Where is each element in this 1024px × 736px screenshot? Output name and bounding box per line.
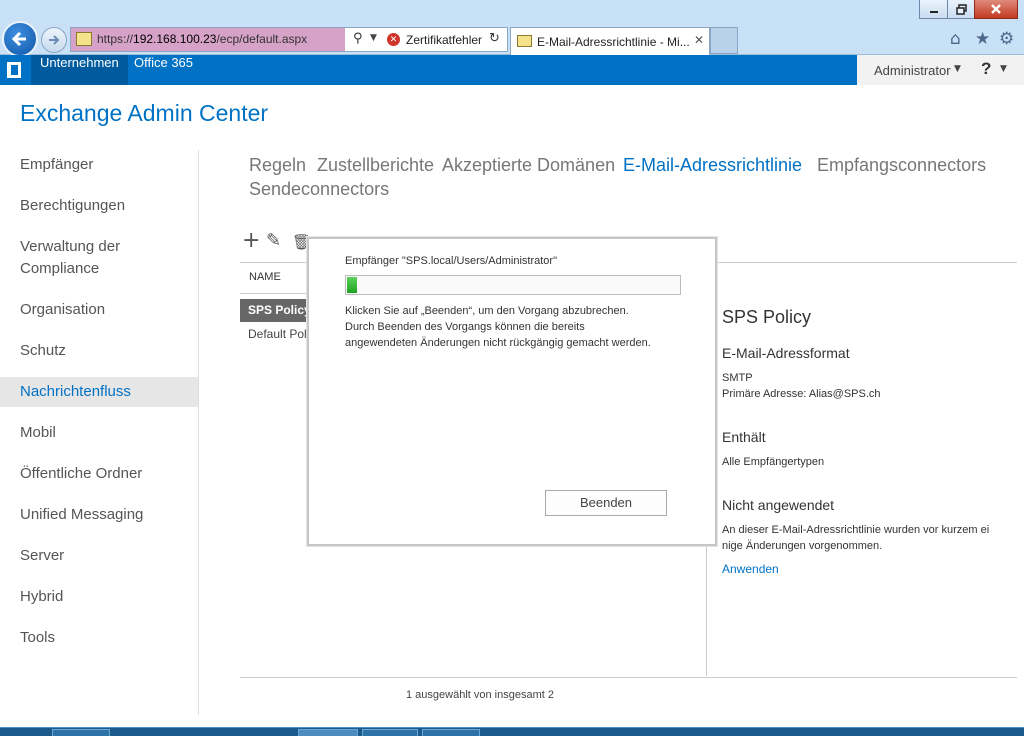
dialog-title: Empfänger "SPS.local/Users/Administrator… <box>345 255 557 267</box>
tab-akzeptierte-domaenen[interactable]: Akzeptierte Domänen <box>442 153 615 177</box>
browser-chrome: https://192.168.100.23/ecp/default.aspx … <box>0 0 1024 57</box>
detail-contains-heading: Enthält <box>722 429 766 445</box>
restore-icon <box>955 3 967 15</box>
tab-title: E-Mail-Adressrichtlinie - Mi... <box>537 35 690 49</box>
progress-bar <box>345 275 681 295</box>
taskbar <box>0 727 1024 736</box>
close-icon <box>991 4 1001 14</box>
chevron-down-icon[interactable]: ▼ <box>370 33 377 43</box>
restore-button[interactable] <box>947 0 975 19</box>
detail-format-type: SMTP <box>722 372 753 384</box>
tab-empfangsconnectors[interactable]: Empfangsconnectors <box>817 153 986 177</box>
page-title: Exchange Admin Center <box>20 100 269 126</box>
sidebar-item-compliance-line2[interactable]: Compliance <box>0 258 198 280</box>
sidebar-divider <box>198 150 199 715</box>
taskbar-item[interactable] <box>422 729 480 736</box>
chevron-down-icon: ▼ <box>954 64 961 74</box>
chevron-down-icon[interactable]: ▼ <box>1000 64 1007 74</box>
tab-close-icon[interactable]: ✕ <box>694 33 704 47</box>
progress-dialog: Empfänger "SPS.local/Users/Administrator… <box>307 237 717 546</box>
detail-not-applied-heading: Nicht angewendet <box>722 497 835 513</box>
edit-icon[interactable]: ✎ <box>266 230 281 251</box>
sidebar-item-hybrid[interactable]: Hybrid <box>0 586 198 608</box>
column-header-name[interactable]: NAME <box>249 271 281 283</box>
sidebar-item-tools[interactable]: Tools <box>0 627 198 649</box>
finish-button[interactable]: Beenden <box>545 490 667 516</box>
close-window-button[interactable] <box>974 0 1018 19</box>
detail-primary-address: Primäre Adresse: Alias@SPS.ch <box>722 388 881 400</box>
sidebar-item-server[interactable]: Server <box>0 545 198 567</box>
home-icon[interactable]: ⌂ <box>950 29 961 49</box>
dialog-message-line: Klicken Sie auf „Beenden“, um den Vorgan… <box>345 305 629 317</box>
nav-enterprise[interactable]: Unternehmen <box>31 55 128 85</box>
certificate-error-label[interactable]: Zertifikatfehler <box>406 33 482 47</box>
table-row-selected[interactable]: SPS Policy <box>240 299 312 322</box>
taskbar-item[interactable] <box>362 729 418 736</box>
tab-regeln[interactable]: Regeln <box>249 153 306 177</box>
back-button[interactable] <box>2 21 38 57</box>
tab-email-address-policy[interactable]: E-Mail-Adressrichtlinie <box>623 153 802 177</box>
taskbar-item[interactable] <box>52 729 110 736</box>
sidebar-item-compliance-line1[interactable]: Verwaltung der <box>0 236 198 258</box>
back-arrow-icon <box>11 31 26 47</box>
detail-contains-value: Alle Empfängertypen <box>722 456 825 468</box>
sidebar-item-public-folders[interactable]: Öffentliche Ordner <box>0 463 198 485</box>
url-scheme: https:// <box>97 32 134 46</box>
taskbar-item[interactable] <box>298 729 358 736</box>
nav-office365[interactable]: Office 365 <box>134 55 193 70</box>
help-icon[interactable]: ? <box>981 59 991 79</box>
detail-not-applied-text-2: nige Änderungen vorgenommen. <box>722 540 883 552</box>
address-url[interactable]: https://192.168.100.23/ecp/default.aspx <box>97 32 307 46</box>
dialog-message-line: Durch Beenden des Vorgangs können die be… <box>345 321 585 333</box>
table-row[interactable]: Default Policy <box>248 327 308 341</box>
office-logo-icon[interactable] <box>7 62 21 78</box>
detail-title: SPS Policy <box>722 307 812 327</box>
tab-sendeconnectors[interactable]: Sendeconnectors <box>249 177 389 201</box>
star-icon[interactable]: ★ <box>975 29 990 49</box>
minimize-button[interactable] <box>919 0 948 19</box>
url-path: /ecp/default.aspx <box>216 32 308 46</box>
search-icon[interactable]: ⚲ <box>353 31 363 46</box>
tab-zustellberichte[interactable]: Zustellberichte <box>317 153 434 177</box>
minimize-icon <box>929 11 938 13</box>
dialog-message-line: angewendeten Änderungen nicht rückgängig… <box>345 337 651 349</box>
add-icon[interactable]: + <box>242 228 260 253</box>
detail-not-applied-text-1: An dieser E-Mail-Adressrichtlinie wurden… <box>722 524 990 536</box>
top-navigation-bar: Unternehmen Office 365 Administrator ▼ ?… <box>0 55 1024 85</box>
url-host: 192.168.100.23 <box>133 32 217 46</box>
sidebar-item-schutz[interactable]: Schutz <box>0 340 198 362</box>
sidebar-item-organisation[interactable]: Organisation <box>0 299 198 321</box>
new-tab-button[interactable] <box>710 27 738 54</box>
forward-button[interactable] <box>41 27 67 53</box>
cert-error-icon[interactable]: ✕ <box>387 33 400 46</box>
page-favicon-icon <box>76 32 92 46</box>
dialog-message: Klicken Sie auf „Beenden“, um den Vorgan… <box>345 303 695 351</box>
sidebar-item-berechtigungen[interactable]: Berechtigungen <box>0 195 198 217</box>
apply-link[interactable]: Anwenden <box>722 562 779 576</box>
sidebar-item-mobil[interactable]: Mobil <box>0 422 198 444</box>
forward-arrow-icon <box>49 35 60 45</box>
refresh-icon[interactable]: ↻ <box>489 31 500 46</box>
user-name: Administrator <box>874 63 951 78</box>
selection-status: 1 ausgewählt von insgesamt 2 <box>406 689 554 701</box>
address-bar[interactable]: https://192.168.100.23/ecp/default.aspx … <box>70 27 508 52</box>
user-menu[interactable]: Administrator ▼ ? ▼ <box>857 55 1024 85</box>
detail-format-heading: E-Mail-Adressformat <box>722 345 850 361</box>
sidebar-item-nachrichtenfluss[interactable]: Nachrichtenfluss <box>0 377 198 407</box>
tab-favicon-icon <box>517 35 532 47</box>
sidebar-item-empfaenger[interactable]: Empfänger <box>0 154 198 176</box>
sidebar-item-unified-messaging[interactable]: Unified Messaging <box>0 504 198 526</box>
browser-tab[interactable]: E-Mail-Adressrichtlinie - Mi... ✕ <box>510 27 710 55</box>
gear-icon[interactable]: ⚙ <box>999 29 1014 49</box>
list-bottom-border <box>240 677 1017 678</box>
progress-bar-fill <box>347 277 357 293</box>
